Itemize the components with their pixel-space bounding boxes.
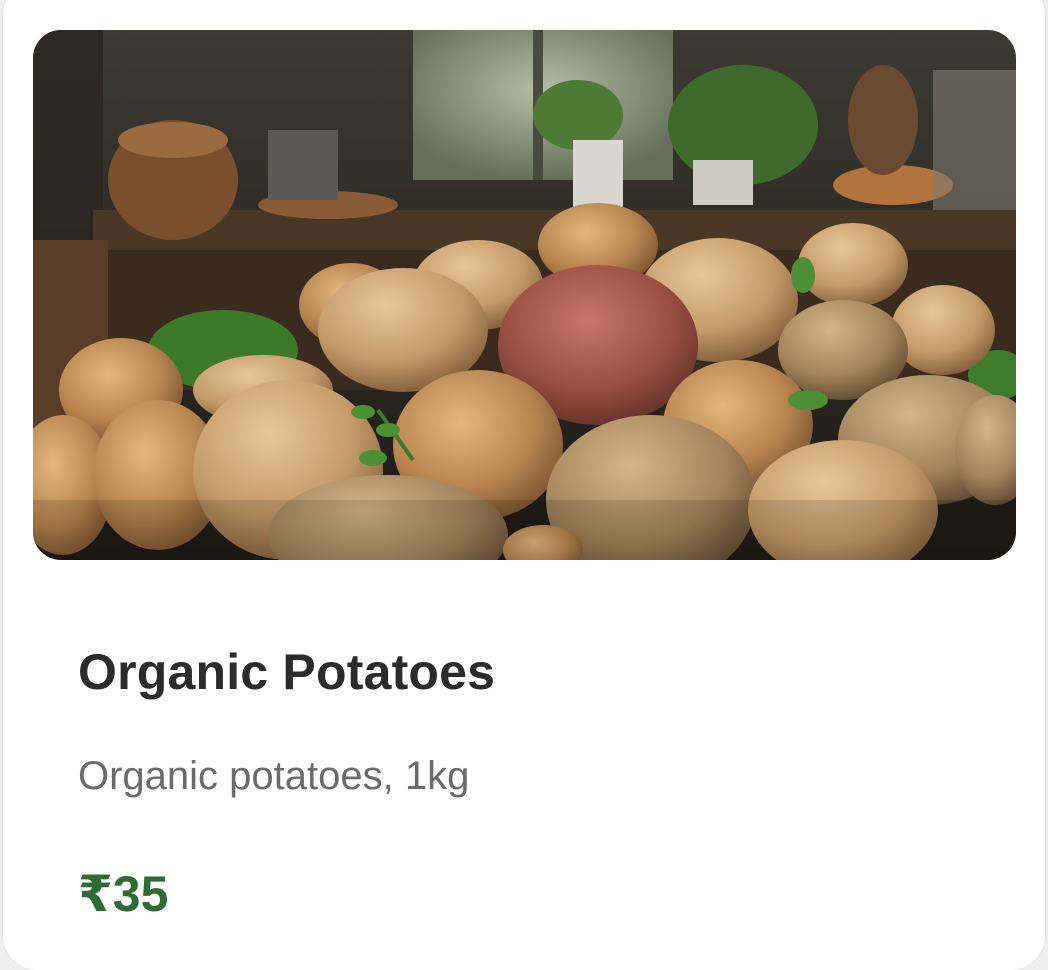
product-title: Organic Potatoes: [78, 644, 496, 700]
product-card[interactable]: Organic Potatoes Organic potatoes, 1kg ₹…: [3, 0, 1045, 970]
product-price: ₹35: [78, 866, 169, 922]
product-image[interactable]: [33, 30, 1016, 560]
product-description: Organic potatoes, 1kg: [78, 754, 470, 798]
